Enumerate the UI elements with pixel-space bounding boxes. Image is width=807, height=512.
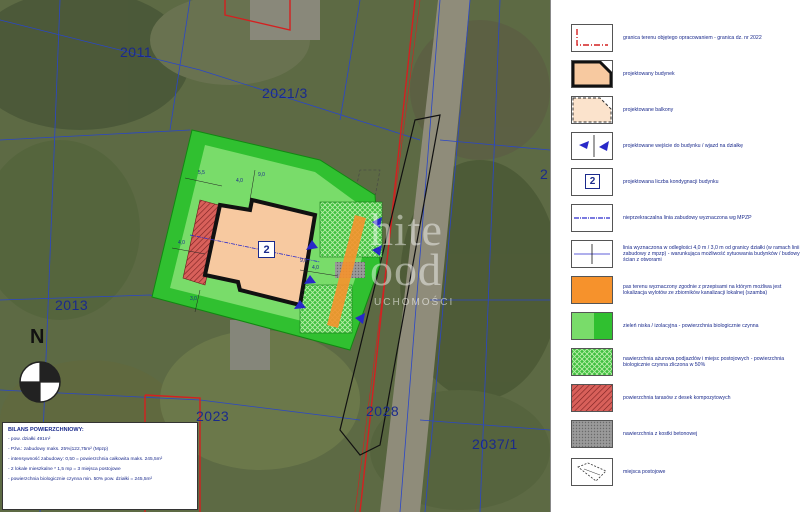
legend-text-building: projektowany budynek bbox=[623, 71, 675, 77]
legend-swatch-boundary bbox=[571, 24, 613, 52]
legend-item-openwork-paving: nawierzchnia ażurowa podjazdów i miejsc … bbox=[551, 348, 807, 376]
legend-text-parking: miejsca postojowe bbox=[623, 469, 666, 475]
compass-rose bbox=[19, 361, 61, 403]
dimension-label: 5,5 bbox=[198, 170, 205, 176]
legend-item-building: projektowany budynek bbox=[551, 60, 807, 88]
legend-item-offset-line: linia wyznaczona w odległości 4,0 m / 3,… bbox=[551, 240, 807, 268]
balance-item: - intensywność zabudowy: 0,50 = powierzc… bbox=[8, 457, 163, 462]
legend-swatch-openwork-paving bbox=[571, 348, 613, 376]
legend-item-concrete: nawierzchnia z kostki betonowej bbox=[551, 420, 807, 448]
legend-swatch-parking bbox=[571, 458, 613, 486]
balance-item: - pow. działki 491m² bbox=[8, 437, 51, 442]
legend-text-openwork-paving: nawierzchnia ażurowa podjazdów i miejsc … bbox=[623, 356, 785, 368]
parcel-label-2: 2 bbox=[540, 166, 549, 182]
legend-item-entrance: projektowane wejście do budynku / wjazd … bbox=[551, 132, 807, 160]
dimension-label: 9,0 bbox=[258, 172, 265, 178]
parcel-label-2028: 2028 bbox=[366, 403, 400, 419]
legend-swatch-terrace bbox=[571, 384, 613, 412]
parcel-label-2013: 2013 bbox=[55, 297, 89, 313]
legend-swatch-septic bbox=[571, 276, 613, 304]
legend-text-offset-line: linia wyznaczona w odległości 4,0 m / 3,… bbox=[623, 245, 800, 263]
legend-item-terrace: powierzchnia tarasów z desek kompozytowy… bbox=[551, 384, 807, 412]
building-storey-number: 2 bbox=[258, 241, 275, 258]
legend-item-building-line: nieprzekraczalna linia zabudowy wyznaczo… bbox=[551, 204, 807, 232]
legend-text-storeys: projektowana liczba kondygnacji budynku bbox=[623, 179, 719, 185]
balance-item: - powierzchnia biologicznie czynna min. … bbox=[8, 477, 153, 482]
legend-item-greenery: zieleń niska / izolacyjna - powierzchnia… bbox=[551, 312, 807, 340]
legend-text-balconies: projektowane balkony bbox=[623, 107, 674, 113]
legend-swatch-offset-line bbox=[571, 240, 613, 268]
legend-text-concrete: nawierzchnia z kostki betonowej bbox=[623, 431, 698, 437]
legend-swatch-greenery bbox=[571, 312, 613, 340]
balance-title: BILANS POWIERZCHNIOWY: bbox=[8, 427, 84, 433]
legend-text-boundary: granica terenu objętego opracowaniem - g… bbox=[623, 35, 762, 41]
legend-text-terrace: powierzchnia tarasów z desek kompozytowy… bbox=[623, 395, 731, 401]
balance-item: - 2 lokale mieszkalne * 1,5 mp = 3 miejs… bbox=[8, 467, 121, 472]
legend-item-parking: miejsca postojowe bbox=[551, 458, 807, 486]
legend-swatch-building bbox=[571, 60, 613, 88]
balance-item: - Pżw.: zabudowy maks. 25%|122,75m² (Mpz… bbox=[8, 447, 109, 452]
legend-item-septic: pas terenu wyznaczony zgodnie z przepisa… bbox=[551, 276, 807, 304]
site-plan: 2011 2021/3 2013 2023 2028 2037/1 2 5,5 … bbox=[0, 0, 807, 512]
legend-item-balconies: projektowane balkony bbox=[551, 96, 807, 124]
parcel-label-2011: 2011 bbox=[120, 44, 153, 60]
legend-swatch-balconies bbox=[571, 96, 613, 124]
legend-swatch-storeys: 2 bbox=[571, 168, 613, 196]
dimension-label: 9,0 bbox=[300, 258, 307, 264]
legend-text-entrance: projektowane wejście do budynku / wjazd … bbox=[623, 143, 743, 149]
legend-text-building-line: nieprzekraczalna linia zabudowy wyznaczo… bbox=[623, 215, 752, 221]
north-label: N bbox=[30, 326, 45, 348]
dimension-label: 4,0 bbox=[178, 240, 185, 246]
legend-item-boundary: granica terenu objętego opracowaniem - g… bbox=[551, 24, 807, 52]
legend-text-septic: pas terenu wyznaczony zgodnie z przepisa… bbox=[623, 284, 782, 296]
parcel-label-2037-1: 2037/1 bbox=[472, 436, 518, 452]
legend-panel: granica terenu objętego opracowaniem - g… bbox=[550, 0, 807, 512]
dimension-label: 3,0 bbox=[190, 296, 197, 302]
dimension-label: 4,0 bbox=[236, 178, 243, 184]
parcel-label-2023: 2023 bbox=[196, 408, 230, 424]
parcel-label-2021-3: 2021/3 bbox=[262, 85, 308, 101]
legend-storey-number: 2 bbox=[585, 174, 600, 189]
legend-text-greenery: zieleń niska / izolacyjna - powierzchnia… bbox=[623, 323, 759, 329]
area-balance-box: BILANS POWIERZCHNIOWY: - pow. działki 49… bbox=[2, 422, 198, 510]
legend-item-storeys: 2 projektowana liczba kondygnacji budynk… bbox=[551, 168, 807, 196]
map-panel: 2011 2021/3 2013 2023 2028 2037/1 2 5,5 … bbox=[0, 0, 550, 512]
legend-swatch-building-line bbox=[571, 204, 613, 232]
legend-swatch-concrete bbox=[571, 420, 613, 448]
dimension-label: 4,0 bbox=[312, 265, 319, 271]
legend-swatch-entrance bbox=[571, 132, 613, 160]
